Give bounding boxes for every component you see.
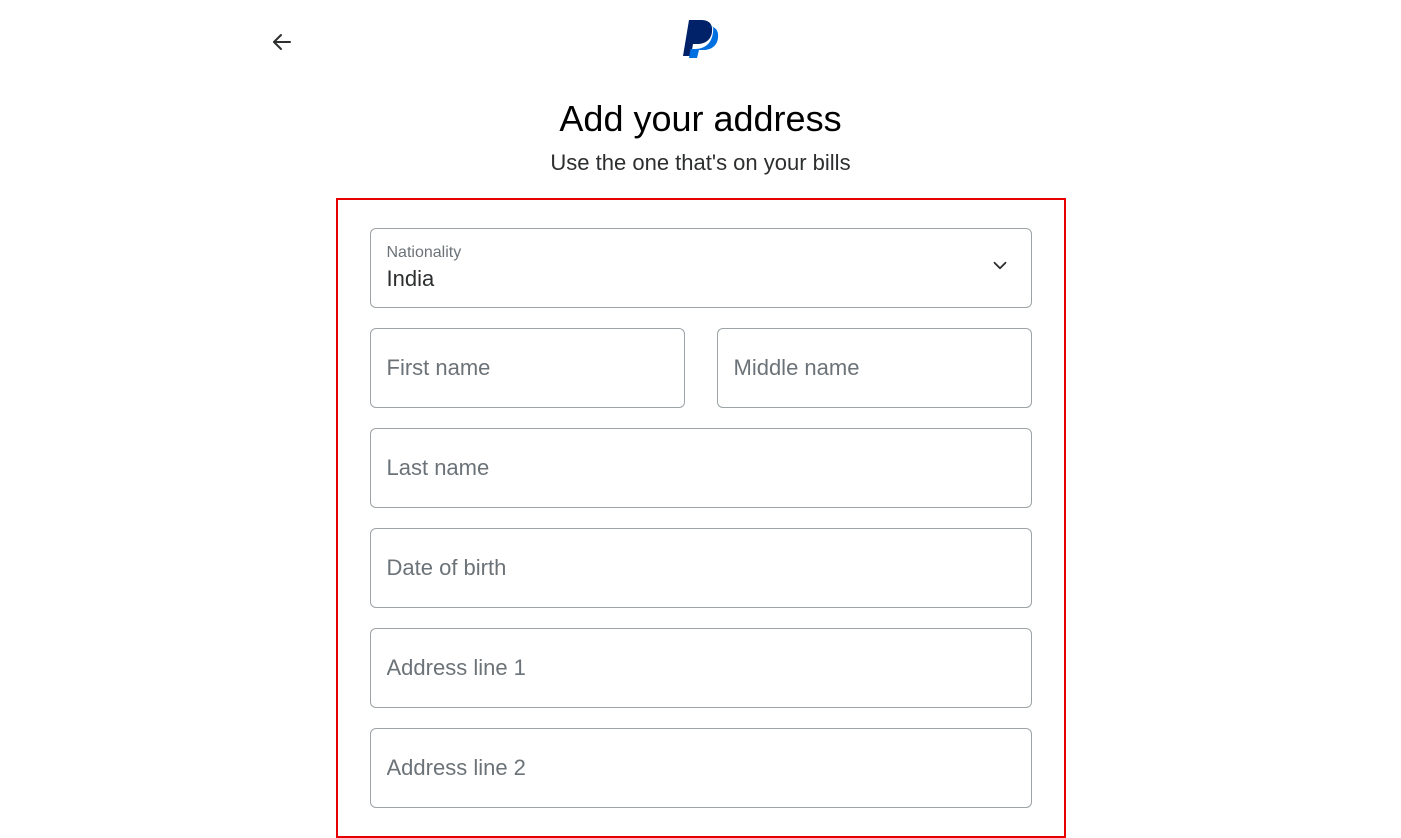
nationality-label: Nationality [387,243,1015,262]
middle-name-field-wrapper [717,328,1032,408]
last-name-input[interactable] [387,455,1015,481]
nationality-select[interactable]: Nationality India [370,228,1032,308]
arrow-left-icon [270,30,294,54]
nationality-value: India [387,266,1015,292]
address2-field-wrapper [370,728,1032,808]
first-name-input[interactable] [387,355,668,381]
page-title: Add your address [0,98,1401,140]
middle-name-input[interactable] [734,355,1015,381]
address1-field-wrapper [370,628,1032,708]
page-subtitle: Use the one that's on your bills [0,150,1401,176]
back-button[interactable] [268,28,296,56]
address-form: Nationality India [336,198,1066,838]
last-name-field-wrapper [370,428,1032,508]
first-name-field-wrapper [370,328,685,408]
paypal-logo [683,18,719,58]
address2-input[interactable] [387,755,1015,781]
dob-input[interactable] [387,555,1015,581]
address1-input[interactable] [387,655,1015,681]
dob-field-wrapper [370,528,1032,608]
chevron-down-icon [989,255,1011,282]
